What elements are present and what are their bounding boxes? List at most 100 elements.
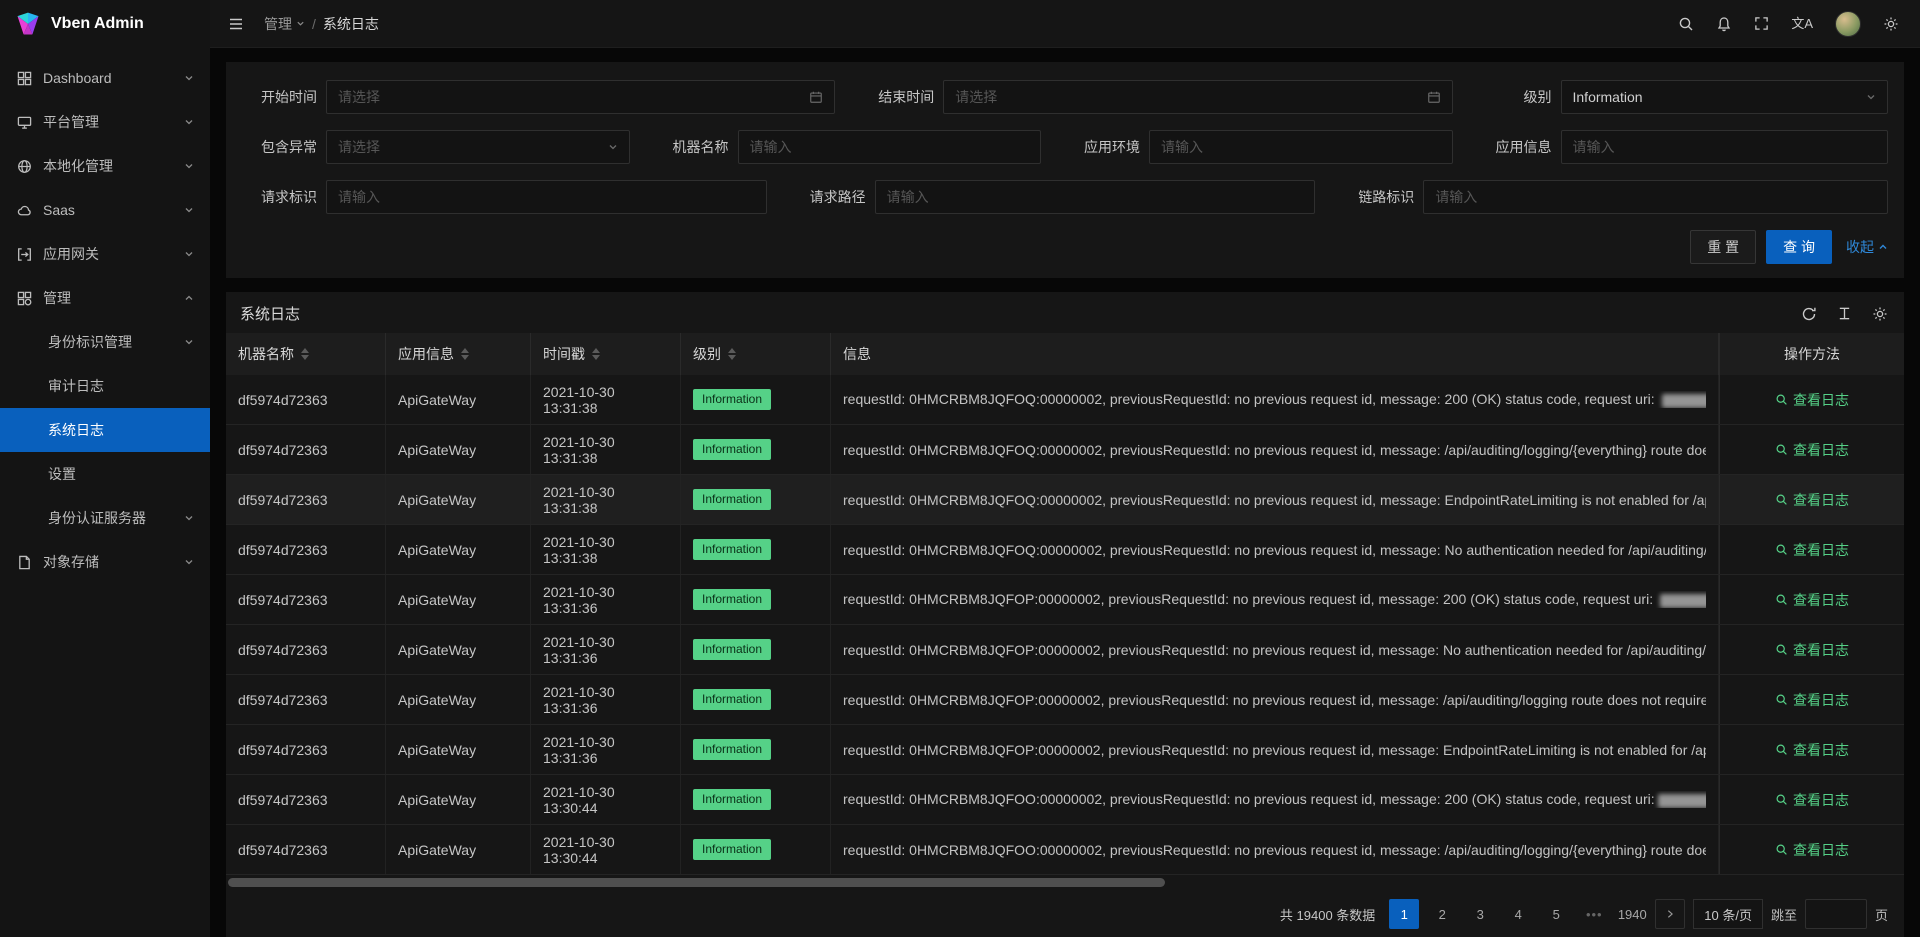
page-ellipsis[interactable]: ••• bbox=[1579, 899, 1609, 929]
magnifier-icon bbox=[1775, 443, 1788, 456]
search-icon[interactable] bbox=[1667, 7, 1705, 41]
view-log-link[interactable]: 查看日志 bbox=[1775, 640, 1849, 660]
app-env-input[interactable] bbox=[1149, 130, 1453, 164]
view-log-label: 查看日志 bbox=[1793, 390, 1849, 410]
view-log-link[interactable]: 查看日志 bbox=[1775, 540, 1849, 560]
horizontal-scrollbar[interactable] bbox=[228, 878, 1902, 888]
cell-app-info: ApiGateWay bbox=[386, 425, 531, 474]
app-info-input[interactable] bbox=[1561, 130, 1889, 164]
level-badge: Information bbox=[693, 489, 771, 510]
sidebar-item-auth-server[interactable]: 身份认证服务器 bbox=[0, 496, 210, 540]
table-panel: 系统日志 bbox=[226, 292, 1904, 937]
next-page-button[interactable] bbox=[1655, 899, 1685, 929]
view-log-link[interactable]: 查看日志 bbox=[1775, 390, 1849, 410]
level-select[interactable]: Information bbox=[1561, 80, 1889, 114]
view-log-link[interactable]: 查看日志 bbox=[1775, 440, 1849, 460]
column-header-level[interactable]: 级别 bbox=[681, 333, 831, 375]
view-log-link[interactable]: 查看日志 bbox=[1775, 790, 1849, 810]
request-id-field[interactable] bbox=[338, 189, 755, 205]
cell-level: Information bbox=[681, 425, 831, 474]
start-time-field[interactable] bbox=[338, 89, 801, 105]
trace-id-field[interactable] bbox=[1435, 189, 1876, 205]
cell-timestamp: 2021-10-30 13:31:38 bbox=[531, 375, 681, 424]
log-table: 机器名称 应用信息 时间戳 级别 bbox=[226, 333, 1904, 890]
request-path-field[interactable] bbox=[887, 189, 1304, 205]
cloud-icon bbox=[16, 202, 33, 219]
page-button-3[interactable]: 3 bbox=[1465, 899, 1495, 929]
view-log-link[interactable]: 查看日志 bbox=[1775, 740, 1849, 760]
menu-fold-icon[interactable] bbox=[222, 10, 250, 38]
sidebar-item-app-gateway[interactable]: 应用网关 bbox=[0, 232, 210, 276]
page-button-5[interactable]: 5 bbox=[1541, 899, 1571, 929]
sidebar-item-identity-management[interactable]: 身份标识管理 bbox=[0, 320, 210, 364]
page-button-2[interactable]: 2 bbox=[1427, 899, 1457, 929]
machine-name-input[interactable] bbox=[738, 130, 1042, 164]
query-button[interactable]: 查 询 bbox=[1766, 230, 1832, 264]
column-settings-icon[interactable] bbox=[1872, 306, 1888, 322]
column-label: 时间戳 bbox=[543, 344, 585, 364]
sidebar-item-dashboard[interactable]: Dashboard bbox=[0, 56, 210, 100]
jump-page-input[interactable] bbox=[1805, 899, 1867, 929]
breadcrumb-parent[interactable]: 管理 bbox=[264, 14, 305, 34]
machine-name-label: 机器名称 bbox=[654, 137, 729, 157]
view-log-link[interactable]: 查看日志 bbox=[1775, 840, 1849, 860]
file-icon bbox=[16, 554, 33, 571]
chevron-down-icon bbox=[184, 337, 194, 347]
request-path-input[interactable] bbox=[875, 180, 1316, 214]
message-text: requestId: 0HMCRBM8JQFOP:00000002, previ… bbox=[843, 692, 1706, 708]
view-log-link[interactable]: 查看日志 bbox=[1775, 690, 1849, 710]
sidebar-item-audit-logs[interactable]: 审计日志 bbox=[0, 364, 210, 408]
translate-icon[interactable]: 文A bbox=[1780, 8, 1824, 39]
collapse-label: 收起 bbox=[1846, 237, 1874, 257]
sidebar-item-localization[interactable]: 本地化管理 bbox=[0, 144, 210, 188]
page-button-last[interactable]: 1940 bbox=[1617, 899, 1647, 929]
table-body: df5974d72363 ApiGateWay 2021-10-30 13:31… bbox=[226, 375, 1904, 875]
cell-actions: 查看日志 bbox=[1719, 725, 1904, 774]
column-header-app-info[interactable]: 应用信息 bbox=[386, 333, 531, 375]
collapse-link[interactable]: 收起 bbox=[1846, 237, 1888, 257]
cell-level: Information bbox=[681, 725, 831, 774]
notification-bell-icon[interactable] bbox=[1705, 7, 1743, 41]
request-id-input[interactable] bbox=[326, 180, 767, 214]
cell-machine-name: df5974d72363 bbox=[226, 825, 386, 874]
app-info-field[interactable] bbox=[1573, 139, 1877, 155]
cell-app-info: ApiGateWay bbox=[386, 825, 531, 874]
logo-icon bbox=[14, 10, 42, 38]
reset-button[interactable]: 重 置 bbox=[1690, 230, 1756, 264]
view-log-link[interactable]: 查看日志 bbox=[1775, 590, 1849, 610]
row-height-icon[interactable] bbox=[1837, 306, 1852, 321]
filter-app-env: 应用环境 bbox=[1065, 130, 1477, 164]
scrollbar-thumb[interactable] bbox=[228, 878, 1165, 887]
column-label: 级别 bbox=[693, 344, 721, 364]
message-text: requestId: 0HMCRBM8JQFOP:00000002, previ… bbox=[843, 742, 1706, 758]
sidebar-item-management[interactable]: 管理 bbox=[0, 276, 210, 320]
page-size-select[interactable]: 10 条/页 bbox=[1693, 899, 1763, 929]
filter-trace-id: 链路标识 bbox=[1339, 180, 1888, 214]
sidebar-item-settings[interactable]: 设置 bbox=[0, 452, 210, 496]
fullscreen-icon[interactable] bbox=[1743, 7, 1780, 40]
level-badge: Information bbox=[693, 639, 771, 660]
sidebar-item-saas[interactable]: Saas bbox=[0, 188, 210, 232]
view-log-link[interactable]: 查看日志 bbox=[1775, 490, 1849, 510]
cell-actions: 查看日志 bbox=[1719, 825, 1904, 874]
sidebar-item-platform-management[interactable]: 平台管理 bbox=[0, 100, 210, 144]
exception-select[interactable]: 请选择 bbox=[326, 130, 630, 164]
end-time-input[interactable] bbox=[943, 80, 1452, 114]
logo[interactable]: Vben Admin bbox=[0, 0, 210, 48]
start-time-input[interactable] bbox=[326, 80, 835, 114]
page-button-4[interactable]: 4 bbox=[1503, 899, 1533, 929]
column-header-machine[interactable]: 机器名称 bbox=[226, 333, 386, 375]
column-header-timestamp[interactable]: 时间戳 bbox=[531, 333, 681, 375]
magnifier-icon bbox=[1775, 793, 1788, 806]
page-button-1[interactable]: 1 bbox=[1389, 899, 1419, 929]
gear-icon[interactable] bbox=[1872, 7, 1910, 41]
end-time-field[interactable] bbox=[955, 89, 1418, 105]
magnifier-icon bbox=[1775, 743, 1788, 756]
machine-name-field[interactable] bbox=[750, 139, 1030, 155]
sidebar-item-object-storage[interactable]: 对象存储 bbox=[0, 540, 210, 584]
user-avatar[interactable] bbox=[1824, 2, 1872, 46]
app-env-field[interactable] bbox=[1161, 139, 1441, 155]
sidebar-item-system-logs[interactable]: 系统日志 bbox=[0, 408, 210, 452]
trace-id-input[interactable] bbox=[1423, 180, 1888, 214]
refresh-icon[interactable] bbox=[1801, 306, 1817, 322]
